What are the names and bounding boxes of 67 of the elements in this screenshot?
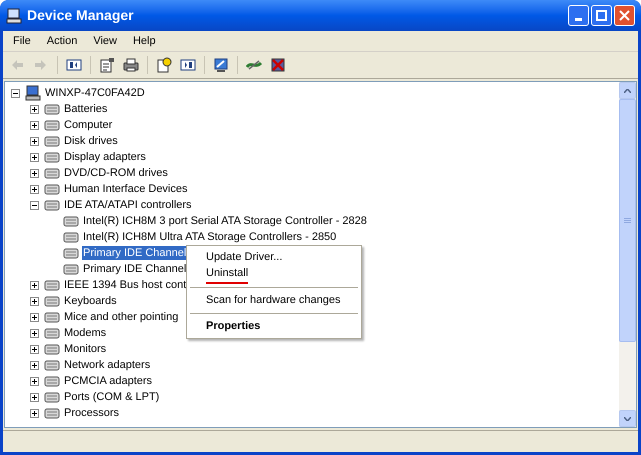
expand-icon[interactable] bbox=[30, 120, 39, 130]
computer-icon bbox=[25, 85, 41, 101]
tree-item[interactable]: DVD/CD-ROM drives bbox=[63, 166, 169, 180]
scroll-down-button[interactable] bbox=[619, 410, 636, 427]
tree-item[interactable]: PCMCIA adapters bbox=[63, 374, 154, 388]
tree-item[interactable]: Computer bbox=[63, 118, 114, 132]
forward-icon bbox=[33, 57, 49, 73]
expand-icon[interactable] bbox=[30, 184, 39, 194]
monitor-scan-icon bbox=[213, 57, 229, 73]
expand-icon[interactable] bbox=[30, 296, 39, 306]
tree-item[interactable]: IDE ATA/ATAPI controllers bbox=[63, 198, 193, 212]
tree-item[interactable]: Disk drives bbox=[63, 134, 119, 148]
tree-item[interactable]: Monitors bbox=[63, 342, 108, 356]
computer-icon bbox=[6, 8, 22, 24]
menu-item[interactable]: Update Driver... bbox=[206, 249, 282, 266]
expand-icon[interactable] bbox=[30, 344, 39, 354]
tree-item[interactable]: Modems bbox=[63, 326, 108, 340]
expand-icon[interactable] bbox=[30, 360, 39, 370]
menu-item[interactable]: Scan for hardware changes bbox=[206, 292, 341, 309]
tree-item[interactable]: Mice and other pointing bbox=[63, 310, 180, 324]
menu-item[interactable]: File bbox=[5, 32, 39, 50]
tree-item[interactable]: IEEE 1394 Bus host cont bbox=[63, 278, 188, 292]
menu-item[interactable]: Properties bbox=[206, 318, 260, 335]
tree-item[interactable]: Human Interface Devices bbox=[63, 182, 188, 196]
panel-icon bbox=[180, 57, 196, 73]
maximize-button[interactable] bbox=[591, 5, 612, 26]
tree-item[interactable]: Processors bbox=[63, 406, 120, 420]
tree-item[interactable]: Ports (COM & LPT) bbox=[63, 390, 160, 404]
menu-item[interactable]: Action bbox=[38, 32, 86, 50]
minimize-button[interactable] bbox=[568, 5, 589, 26]
scrollbar[interactable] bbox=[619, 82, 636, 427]
scroll-thumb[interactable] bbox=[619, 99, 636, 342]
printer-icon bbox=[123, 57, 139, 73]
close-button[interactable] bbox=[614, 5, 635, 26]
tree-item[interactable]: Intel(R) ICH8M 3 port Serial ATA Storage Controller - 2828 bbox=[82, 214, 368, 228]
tree-item[interactable]: WINXP-47C0FA42D bbox=[44, 86, 146, 100]
scroll-up-button[interactable] bbox=[619, 82, 636, 99]
remove-device-icon bbox=[270, 57, 286, 73]
expand-icon[interactable] bbox=[30, 392, 39, 402]
expand-icon[interactable] bbox=[30, 376, 39, 386]
tree-item[interactable]: Display adapters bbox=[63, 150, 147, 164]
tree-pane-icon bbox=[66, 57, 82, 73]
expand-icon[interactable] bbox=[30, 328, 39, 338]
expand-icon[interactable] bbox=[30, 104, 39, 114]
tree-item[interactable]: Primary IDE Channel bbox=[82, 246, 188, 260]
maximize-icon bbox=[596, 10, 607, 21]
properties-icon bbox=[99, 57, 115, 73]
collapse-icon[interactable] bbox=[11, 88, 20, 98]
minimize-icon bbox=[575, 18, 582, 21]
tree-item[interactable]: Primary IDE Channel bbox=[82, 262, 188, 276]
tree-item[interactable]: Network adapters bbox=[63, 358, 152, 372]
expand-icon[interactable] bbox=[30, 168, 39, 178]
menu-item[interactable]: Help bbox=[124, 32, 164, 50]
menu-item[interactable]: View bbox=[85, 32, 125, 50]
menu-item[interactable]: Uninstall bbox=[206, 265, 248, 284]
expand-icon[interactable] bbox=[30, 152, 39, 162]
collapse-icon[interactable] bbox=[30, 200, 39, 210]
grip-icon bbox=[624, 218, 631, 224]
expand-icon[interactable] bbox=[30, 408, 39, 418]
expand-icon[interactable] bbox=[30, 136, 39, 146]
close-icon bbox=[619, 10, 630, 21]
window-title: Device Manager bbox=[27, 6, 134, 25]
tree-item[interactable]: Keyboards bbox=[63, 294, 118, 308]
expand-icon[interactable] bbox=[30, 280, 39, 290]
expand-icon[interactable] bbox=[30, 312, 39, 322]
tree-item[interactable]: Batteries bbox=[63, 102, 108, 116]
tree-item[interactable]: Intel(R) ICH8M Ultra ATA Storage Controllers - 2850 bbox=[82, 230, 338, 244]
